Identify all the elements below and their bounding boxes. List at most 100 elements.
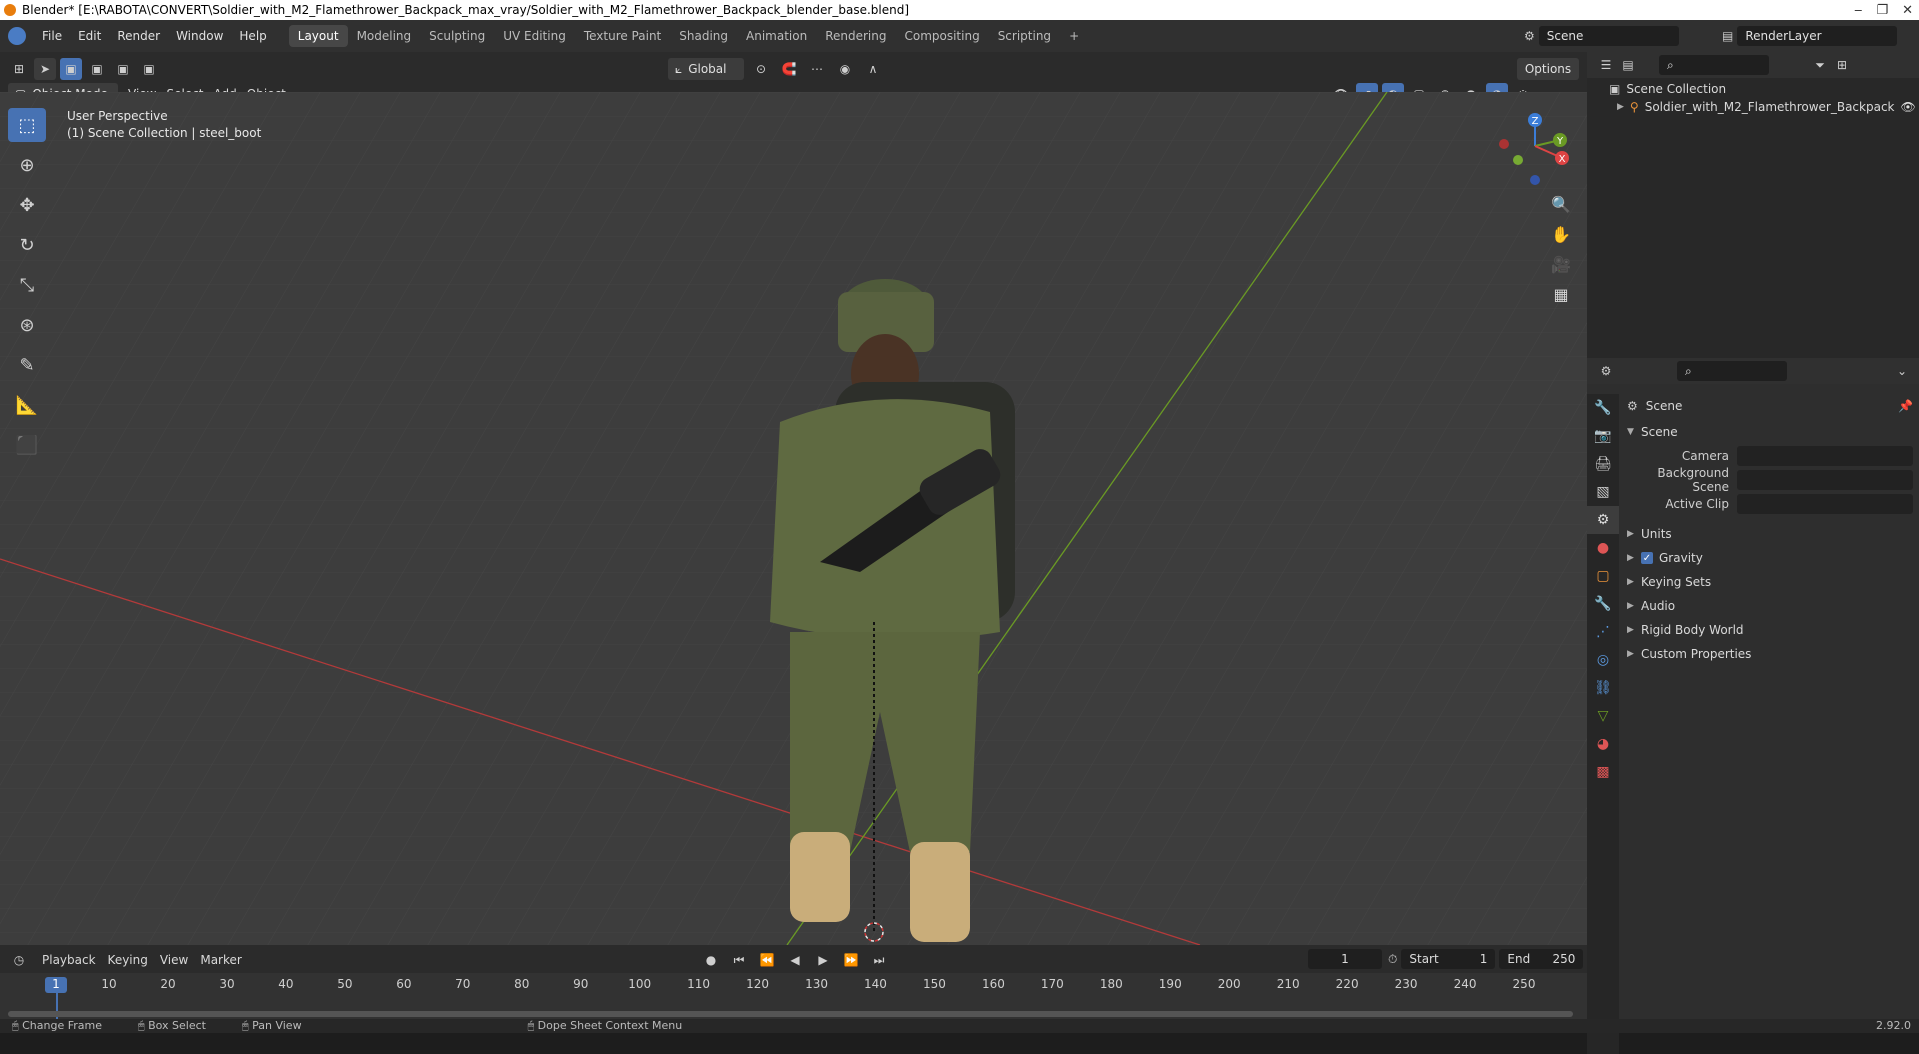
background-scene-field[interactable]	[1737, 470, 1913, 490]
close-button[interactable]: ✕	[1902, 3, 1913, 18]
gravity-section[interactable]: ▶ ✓ Gravity	[1627, 546, 1913, 570]
rigid-body-world-section[interactable]: ▶ Rigid Body World	[1627, 618, 1913, 642]
pan-hand-icon[interactable]: ✋	[1546, 220, 1576, 248]
3d-viewport[interactable]	[0, 92, 1587, 945]
snap-target-icon[interactable]: ⋯	[806, 58, 828, 80]
tab-compositing[interactable]: Compositing	[895, 25, 988, 47]
filter-icon[interactable]: ⏷	[1809, 54, 1831, 76]
falloff-icon[interactable]: ∧	[862, 58, 884, 80]
scene-panel-header[interactable]: ▼ Scene	[1627, 420, 1913, 444]
menu-render[interactable]: Render	[109, 29, 168, 43]
scene-selector[interactable]: Scene	[1538, 26, 1679, 46]
start-frame-field[interactable]: Start 1	[1401, 949, 1496, 969]
expand-arrow-icon[interactable]: ▶	[1617, 102, 1624, 112]
tab-uv-editing[interactable]: UV Editing	[494, 25, 575, 47]
properties-search-input[interactable]: ⌕	[1677, 361, 1787, 381]
select-mode-new-icon[interactable]: ▣	[60, 58, 82, 80]
rotate-tool-icon[interactable]: ↻	[8, 228, 46, 262]
menu-window[interactable]: Window	[168, 29, 231, 43]
end-frame-field[interactable]: End 250	[1499, 949, 1584, 969]
annotate-tool-icon[interactable]: ✎	[8, 348, 46, 382]
menu-file[interactable]: File	[34, 29, 70, 43]
particles-tab-icon[interactable]: ⋰	[1587, 618, 1619, 646]
timeline-area[interactable]: 1 10 20 30 40 50 60 70 80 90 100 110 120 130 140 150 160…	[0, 973, 1587, 1019]
cursor-tool-icon[interactable]: ⊕	[8, 148, 46, 182]
timeline-menu-playback[interactable]: Playback	[42, 953, 96, 967]
scene-tab-icon[interactable]: ⚙	[1587, 506, 1619, 534]
units-section[interactable]: ▶ Units	[1627, 522, 1913, 546]
timeline-menu-view[interactable]: View	[160, 953, 188, 967]
prev-keyframe-icon[interactable]: ⏪	[756, 949, 778, 971]
preview-range-icon[interactable]: ⏱	[1388, 952, 1397, 967]
transform-tool-icon[interactable]: ⊛	[8, 308, 46, 342]
minimize-button[interactable]: ‒	[1854, 3, 1862, 18]
camera-view-icon[interactable]: 🎥	[1546, 250, 1576, 278]
object-tab-icon[interactable]: ▢	[1587, 562, 1619, 590]
outliner-display-mode-icon[interactable]: ▤	[1617, 54, 1639, 76]
soldier-model[interactable]	[0, 92, 1587, 945]
keying-sets-section[interactable]: ▶ Keying Sets	[1627, 570, 1913, 594]
measure-tool-icon[interactable]: 📐	[8, 388, 46, 422]
timeline-menu-marker[interactable]: Marker	[200, 953, 241, 967]
material-tab-icon[interactable]: ◕	[1587, 730, 1619, 758]
current-frame-field[interactable]: 1	[1308, 949, 1382, 969]
outliner-editor-type-icon[interactable]: ☰	[1595, 54, 1617, 76]
output-tab-icon[interactable]: 🖨	[1587, 450, 1619, 478]
data-tab-icon[interactable]: ▽	[1587, 702, 1619, 730]
texture-tab-icon[interactable]: ▩	[1587, 758, 1619, 786]
physics-tab-icon[interactable]: ◎	[1587, 646, 1619, 674]
jump-end-icon[interactable]: ⏭	[868, 949, 890, 971]
tab-modeling[interactable]: Modeling	[348, 25, 421, 47]
properties-options-icon[interactable]: ⌄	[1891, 360, 1913, 382]
menu-edit[interactable]: Edit	[70, 29, 109, 43]
select-box-tool-icon[interactable]: ⬚	[8, 108, 46, 142]
tab-scripting[interactable]: Scripting	[989, 25, 1060, 47]
tab-rendering[interactable]: Rendering	[816, 25, 895, 47]
pivot-point-icon[interactable]: ⊙	[750, 58, 772, 80]
constraints-tab-icon[interactable]: ⛓	[1587, 674, 1619, 702]
render-tab-icon[interactable]: 📷	[1587, 422, 1619, 450]
renderlayer-selector[interactable]: RenderLayer	[1737, 26, 1898, 46]
next-keyframe-icon[interactable]: ⏩	[840, 949, 862, 971]
active-clip-field[interactable]	[1737, 494, 1913, 514]
select-mode-invert-icon[interactable]: ▣	[138, 58, 160, 80]
properties-editor-type-icon[interactable]: ⚙	[1595, 360, 1617, 382]
camera-field[interactable]	[1737, 446, 1913, 466]
editor-type-icon[interactable]: ⊞	[8, 58, 30, 80]
gravity-checkbox[interactable]: ✓	[1641, 552, 1653, 564]
select-mode-subtract-icon[interactable]: ▣	[112, 58, 134, 80]
move-tool-icon[interactable]: ✥	[8, 188, 46, 222]
pin-icon[interactable]: 📌	[1898, 399, 1913, 413]
tab-shading[interactable]: Shading	[670, 25, 737, 47]
blender-menu-icon[interactable]	[8, 27, 26, 45]
tab-animation[interactable]: Animation	[737, 25, 816, 47]
timeline-menu-keying[interactable]: Keying	[108, 953, 148, 967]
navigation-gizmo[interactable]: Z Y X	[1490, 108, 1580, 198]
tab-layout[interactable]: Layout	[288, 25, 348, 47]
menu-help[interactable]: Help	[231, 29, 274, 43]
record-icon[interactable]: ●	[700, 949, 722, 971]
outliner-root-row[interactable]: ▣ Scene Collection	[1609, 82, 1726, 96]
modifier-tab-icon[interactable]: 🔧	[1587, 590, 1619, 618]
jump-start-icon[interactable]: ⏮	[728, 949, 750, 971]
outliner-item-row[interactable]: ▶ ⚲ Soldier_with_M2_Flamethrower_Backpac…	[1617, 100, 1917, 114]
outliner-search-input[interactable]: ⌕	[1659, 55, 1769, 75]
new-collection-icon[interactable]: ⊞	[1831, 54, 1853, 76]
maximize-button[interactable]: ❐	[1876, 3, 1888, 18]
options-button[interactable]: Options	[1517, 58, 1579, 80]
play-icon[interactable]: ▶	[812, 949, 834, 971]
ortho-grid-icon[interactable]: ▦	[1546, 280, 1576, 308]
scale-tool-icon[interactable]: ⤡	[8, 268, 46, 302]
snap-icon[interactable]: 🧲	[778, 58, 800, 80]
tab-texture-paint[interactable]: Texture Paint	[575, 25, 670, 47]
add-cube-tool-icon[interactable]: ⬛	[8, 428, 46, 462]
proportional-edit-icon[interactable]: ◉	[834, 58, 856, 80]
view-layer-tab-icon[interactable]: ▧	[1587, 478, 1619, 506]
custom-properties-section[interactable]: ▶ Custom Properties	[1627, 642, 1913, 666]
tool-tab-icon[interactable]: 🔧	[1587, 394, 1619, 422]
audio-section[interactable]: ▶ Audio	[1627, 594, 1913, 618]
eye-visibility-icon[interactable]: 👁	[1901, 100, 1916, 114]
play-reverse-icon[interactable]: ◀	[784, 949, 806, 971]
add-workspace-button[interactable]: +	[1060, 25, 1088, 47]
timeline-editor-type-icon[interactable]: ◷	[8, 949, 30, 971]
